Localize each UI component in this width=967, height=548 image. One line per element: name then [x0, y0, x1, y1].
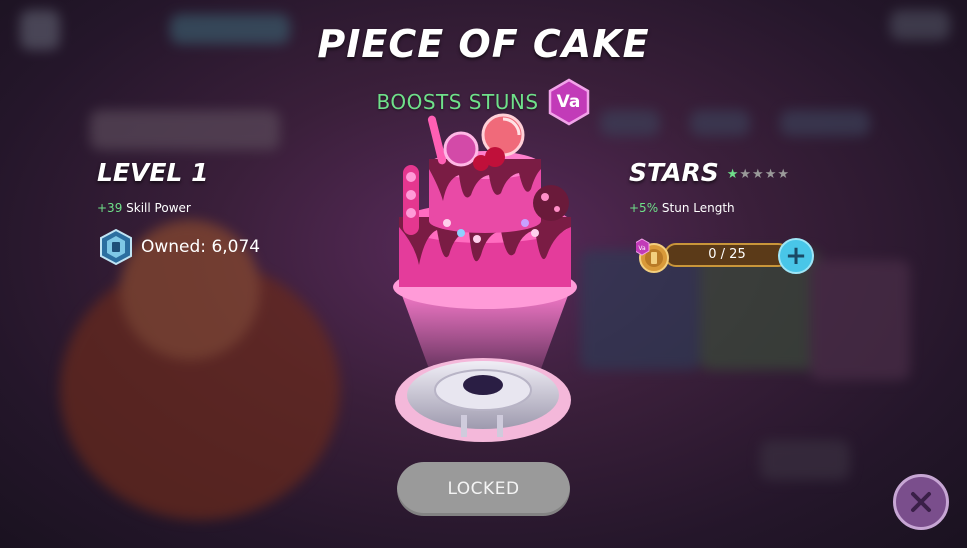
level-title: LEVEL 1: [97, 158, 209, 187]
star-empty-icon: ★: [739, 167, 752, 182]
owned-count: Owned: 6,074: [141, 237, 261, 257]
stars-title: STARS: [629, 158, 719, 187]
progress-text: 0 / 25: [708, 247, 746, 262]
stars-header: STARS ★ ★ ★ ★ ★: [629, 158, 789, 187]
stun-length-stat: +5% Stun Length: [629, 201, 789, 215]
cake-image: [393, 113, 577, 442]
star-filled-icon: ★: [726, 167, 739, 182]
owned-row: Owned: 6,074: [99, 228, 261, 266]
add-stars-button[interactable]: +: [778, 238, 814, 274]
skill-power-label: Skill Power: [126, 201, 191, 215]
skill-power-value: +39: [97, 201, 123, 215]
star-empty-icon: ★: [777, 167, 790, 182]
level-panel: LEVEL 1 +39 Skill Power Owned: 6,074: [97, 158, 261, 266]
stun-length-value: +5%: [629, 201, 659, 215]
item-title: PIECE OF CAKE: [317, 22, 650, 66]
star-empty-icon: ★: [752, 167, 764, 182]
skill-power-stat: +39 Skill Power: [97, 201, 260, 215]
token-badge-label: Va: [638, 245, 646, 252]
shield-emblem-icon: [99, 228, 133, 266]
gold-token-icon: Va: [634, 238, 672, 274]
star-empty-icon: ★: [764, 167, 777, 182]
locked-button[interactable]: LOCKED: [397, 462, 570, 516]
plus-icon: +: [785, 241, 807, 271]
star-rating: ★ ★ ★ ★ ★: [727, 168, 789, 181]
close-icon: [911, 492, 931, 512]
star-progress: 0 / 25 Va +: [634, 236, 816, 274]
cake-artwork: [385, 105, 585, 450]
stun-length-label: Stun Length: [661, 201, 735, 215]
close-button[interactable]: [893, 474, 949, 530]
stars-panel: STARS ★ ★ ★ ★ ★ +5% Stun Length: [629, 158, 789, 215]
